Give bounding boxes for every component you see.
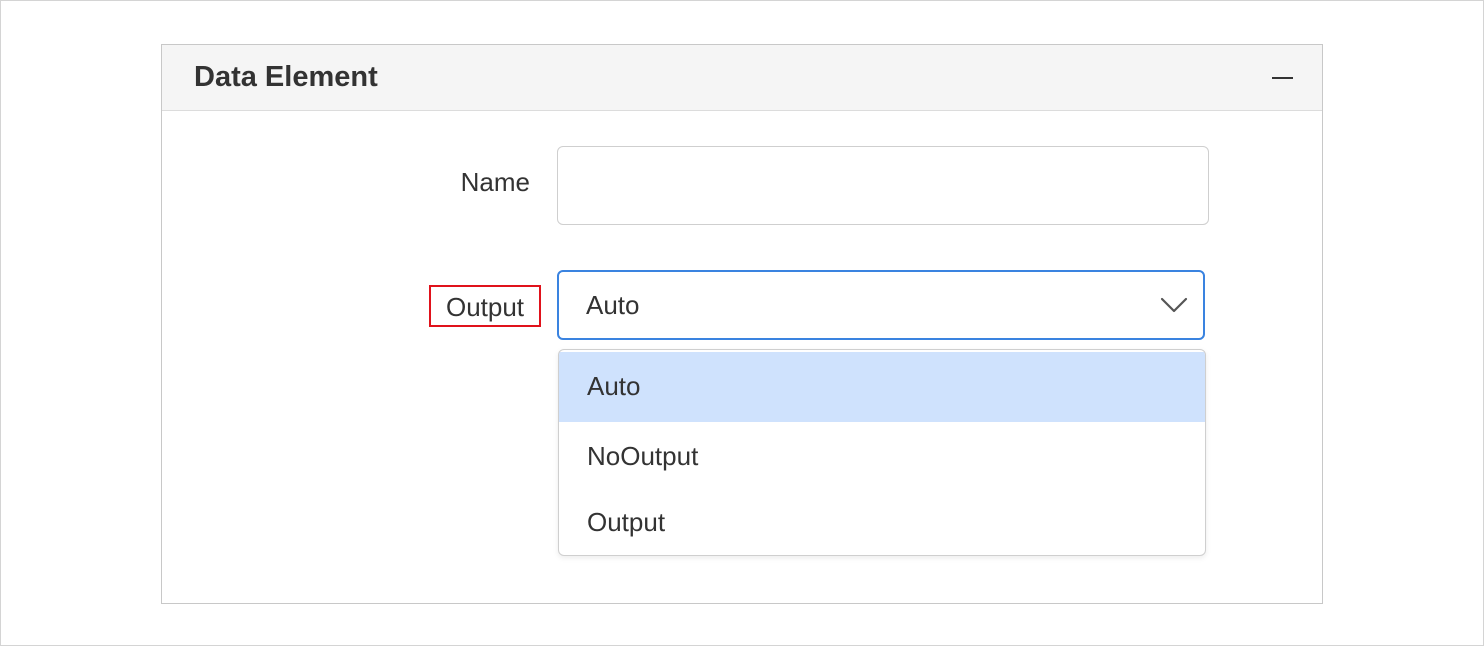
panel-header: Data Element bbox=[162, 45, 1322, 111]
option-label: Auto bbox=[587, 371, 641, 401]
option-label: Output bbox=[587, 507, 666, 537]
name-label: Name bbox=[460, 167, 530, 197]
dropdown-option-nooutput[interactable]: NoOutput bbox=[559, 422, 1205, 490]
option-label: NoOutput bbox=[587, 441, 699, 471]
dropdown-option-auto[interactable]: Auto bbox=[559, 352, 1205, 422]
chevron-down-icon[interactable] bbox=[1159, 292, 1189, 316]
name-input[interactable] bbox=[557, 146, 1209, 225]
output-dropdown-list: Auto NoOutput Output bbox=[558, 349, 1206, 556]
data-element-panel: Data Element Name Output Auto Auto NoOut… bbox=[161, 44, 1323, 604]
output-select[interactable]: Auto bbox=[557, 270, 1205, 340]
panel-title: Data Element bbox=[194, 61, 378, 93]
output-select-value: Auto bbox=[586, 290, 640, 320]
output-label: Output bbox=[429, 285, 541, 327]
dropdown-option-output[interactable]: Output bbox=[559, 488, 1205, 555]
minus-icon[interactable] bbox=[1270, 65, 1296, 91]
